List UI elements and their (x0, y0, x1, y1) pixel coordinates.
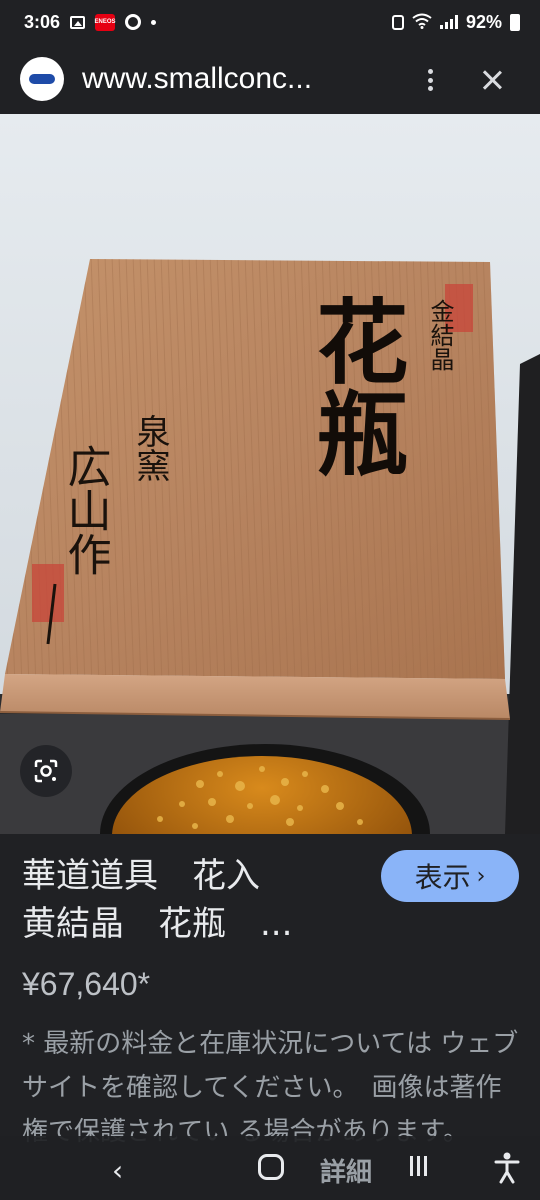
view-button[interactable]: 表示 › (381, 850, 519, 902)
accessibility-icon[interactable] (492, 1150, 522, 1186)
more-options-icon[interactable] (418, 66, 442, 94)
gallery-notification-icon (70, 15, 86, 29)
view-button-label: 表示 (414, 861, 471, 894)
box-small-inscription: 金結晶 (426, 299, 454, 371)
signal-strength-icon (439, 15, 458, 29)
availability-disclaimer: * 最新の料金と在庫状況については ウェブサイトを確認してください。 画像は著作… (22, 1029, 519, 1147)
battery-icon (510, 13, 520, 31)
home-icon[interactable] (258, 1154, 284, 1180)
close-icon[interactable] (478, 66, 506, 94)
box-kiln-inscription: 泉窯 (130, 414, 170, 482)
product-price: ¥67,640* (22, 966, 151, 1002)
product-info-panel: 華道道具 花入 黄結晶 花瓶 ... 表示 › ¥67,640* * 最新の料金… (0, 834, 540, 1147)
product-image[interactable]: 金結晶 花瓶 泉窯 広山作 (0, 114, 540, 834)
system-navigation-bar: ‹ 詳細 (0, 1136, 540, 1200)
vpn-lock-icon (391, 14, 404, 30)
page-url[interactable]: www.smallconc... (82, 62, 392, 96)
lens-camera-icon (34, 759, 58, 783)
back-icon[interactable]: ‹ (112, 1154, 123, 1187)
status-bar: 3:06 ENEOS 92% (0, 0, 540, 44)
details-tab[interactable]: 詳細 (320, 1152, 372, 1189)
chevron-right-icon: › (476, 863, 486, 889)
url-bar: www.smallconc... (0, 44, 540, 114)
eneos-app-icon: ENEOS (95, 13, 116, 31)
battery-percentage: 92% (465, 11, 502, 32)
google-lens-button[interactable] (20, 745, 72, 797)
more-notifications-dot-icon (151, 19, 157, 25)
wifi-icon (412, 13, 432, 32)
box-signature: 広山作 (60, 444, 111, 576)
chrome-notification-icon (125, 14, 142, 30)
box-main-inscription: 花瓶 (301, 294, 409, 478)
product-title[interactable]: 華道道具 花入 黄結晶 花瓶 ... (22, 852, 362, 948)
status-time: 3:06 (24, 11, 61, 32)
site-favicon-icon (20, 57, 64, 101)
recent-apps-icon[interactable] (410, 1156, 427, 1176)
